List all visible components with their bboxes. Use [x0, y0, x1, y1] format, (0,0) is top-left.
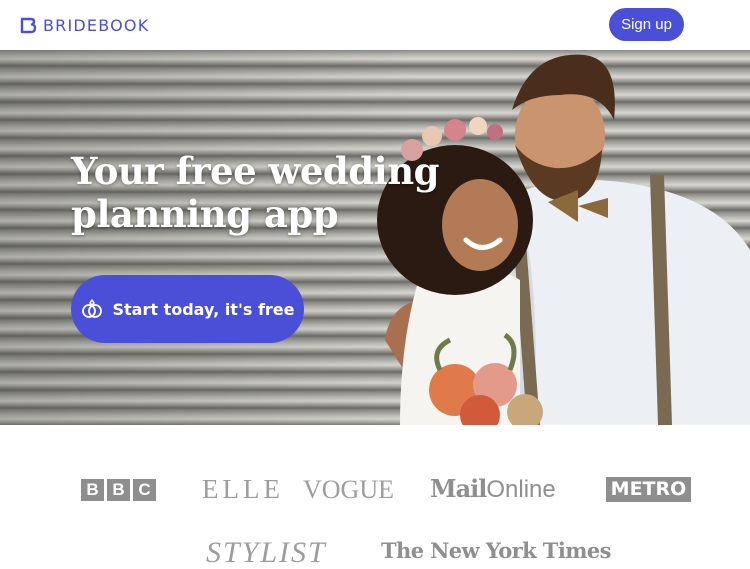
elle-logo: ELLE: [202, 474, 284, 504]
metro-logo: METRO: [606, 477, 691, 502]
bridebook-logo-icon: [20, 17, 37, 33]
rings-icon: [81, 299, 102, 318]
mail-bold: Mail: [430, 474, 487, 503]
hero-headline: Your free wedding planning app: [71, 149, 440, 236]
brand-name: BRIDEBOOK: [43, 15, 150, 35]
bbc-letter: B: [107, 479, 130, 501]
press-logos: B B C ELLE VOGUE MailOnline METRO STYLIS…: [0, 425, 750, 568]
vogue-logo: VOGUE: [303, 475, 394, 504]
bridebook-logo[interactable]: BRIDEBOOK: [20, 14, 149, 36]
start-today-button[interactable]: Start today, it's free: [71, 275, 304, 343]
hero-banner: Your free wedding planning app Start tod…: [0, 50, 750, 425]
site-header: BRIDEBOOK Sign up: [0, 0, 750, 50]
mail-online: Online: [486, 476, 556, 503]
bbc-letter: C: [133, 479, 156, 501]
bbc-logo: B B C: [81, 479, 156, 501]
mailonline-logo: MailOnline: [430, 477, 556, 502]
headline-line-1: Your free wedding: [71, 149, 440, 193]
nyt-logo: The New York Times: [381, 538, 611, 563]
sign-up-button[interactable]: Sign up: [609, 8, 684, 41]
stylist-logo: STYLIST: [206, 536, 327, 569]
bbc-letter: B: [81, 479, 104, 501]
cta-label: Start today, it's free: [112, 299, 295, 319]
couple-photo: [377, 54, 750, 425]
headline-line-2: planning app: [71, 192, 339, 236]
